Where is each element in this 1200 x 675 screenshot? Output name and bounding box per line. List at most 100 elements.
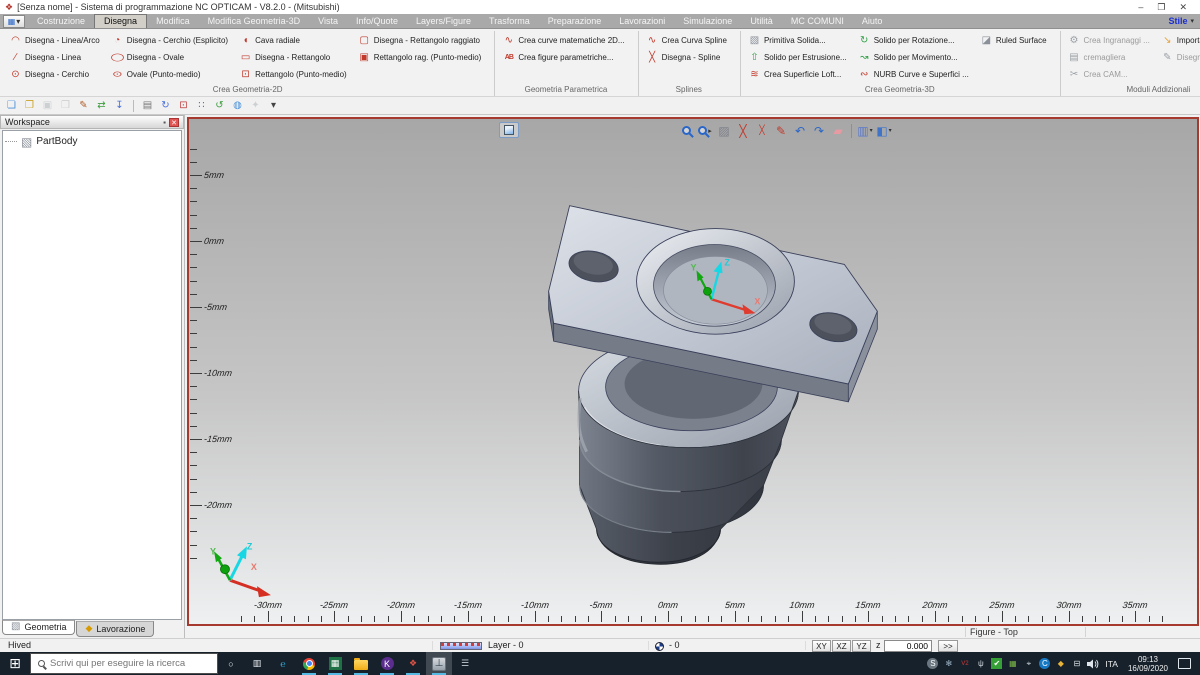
redraw-button[interactable]: ▨ bbox=[715, 122, 733, 139]
menu-info-quote[interactable]: Info/Quote bbox=[347, 14, 407, 28]
zoom-window-button[interactable]: ▸ bbox=[696, 122, 714, 139]
fit-view-button[interactable]: ╳ bbox=[734, 122, 752, 139]
layout-views-button[interactable]: ▥▾ bbox=[856, 122, 874, 139]
disegna-ovale-button[interactable]: ◯Disegna - Ovale bbox=[108, 49, 231, 65]
plane-xz-button[interactable]: XZ bbox=[832, 640, 851, 652]
menu-costruzione[interactable]: Costruzione bbox=[28, 14, 94, 28]
start-button[interactable]: ⊞ bbox=[0, 652, 30, 675]
workspace-close-button[interactable]: ✕ bbox=[169, 118, 179, 127]
disegna-cerchio-button[interactable]: ⊙Disegna - Cerchio bbox=[6, 66, 103, 82]
solido-per-estrusione-button[interactable]: ⇧Solido per Estrusione... bbox=[745, 49, 850, 65]
view-orientation-button[interactable]: ◧▾ bbox=[875, 122, 893, 139]
menu-modifica-geometria-3d[interactable]: Modifica Geometria-3D bbox=[199, 14, 310, 28]
taskbar-app-cad-tool[interactable]: ❖ bbox=[400, 652, 426, 675]
zoom-button[interactable] bbox=[677, 122, 695, 139]
cremagliera-button[interactable]: ▤cremagliera bbox=[1065, 49, 1153, 65]
disegna-linea-arco-button[interactable]: ◠Disegna - Linea/Arco bbox=[6, 32, 103, 48]
solido-per-rotazione-button[interactable]: ↻Solido per Rotazione... bbox=[855, 32, 972, 48]
crea-superficie-loft-button[interactable]: ≋Crea Superficie Loft... bbox=[745, 66, 850, 82]
measure-edit-button[interactable]: ✎ bbox=[772, 122, 790, 139]
language-indicator[interactable]: ITA bbox=[1101, 659, 1122, 669]
taskbar-app-calculator[interactable]: ▦ bbox=[322, 652, 348, 675]
menu-mc-comuni[interactable]: MC COMUNI bbox=[782, 14, 853, 28]
crea-cam-button[interactable]: ✂Crea CAM... bbox=[1065, 66, 1153, 82]
rotate-view-button[interactable]: ↻ bbox=[158, 99, 173, 113]
new-file-button[interactable]: ❏ bbox=[4, 99, 19, 113]
tray-remote-app-icon[interactable]: V2 bbox=[957, 656, 972, 671]
crea-ingranaggi-button[interactable]: ⚙Crea Ingranaggi ... bbox=[1065, 32, 1153, 48]
nurb-curve-superfici-button[interactable]: ∾NURB Curve e Superfici ... bbox=[855, 66, 972, 82]
save-file-button[interactable]: ▣ bbox=[40, 99, 55, 113]
tray-skype-icon[interactable]: S bbox=[925, 656, 940, 671]
crea-curve-matematiche-2d-button[interactable]: ∿Crea curve matematiche 2D... bbox=[499, 32, 627, 48]
import-file-button[interactable]: ↧ bbox=[112, 99, 127, 113]
layer-color-chip[interactable] bbox=[440, 642, 482, 650]
z-value-input[interactable] bbox=[884, 640, 932, 652]
pin-icon[interactable]: ▪ bbox=[163, 118, 166, 127]
redo-button[interactable]: ↷ bbox=[810, 122, 828, 139]
taskbar-app-cortana[interactable]: ○ bbox=[218, 652, 244, 675]
search-input[interactable] bbox=[50, 658, 210, 669]
disegna-rettangolo-raggiato-button[interactable]: ▢Disegna - Rettangolo raggiato bbox=[355, 32, 485, 48]
tab-geometria[interactable]: ▧ Geometria bbox=[2, 620, 75, 635]
drawing-canvas[interactable]: X Z Y X Z Y 5mm bbox=[187, 117, 1199, 626]
tray-volume-icon[interactable] bbox=[1085, 656, 1100, 671]
world-view-button[interactable]: ◍ bbox=[230, 99, 245, 113]
disegna-spline-button[interactable]: ╳Disegna - Spline bbox=[643, 49, 730, 65]
tray-sync-app-icon[interactable]: C bbox=[1037, 656, 1052, 671]
point-grid-button[interactable]: ∷ bbox=[194, 99, 209, 113]
plane-yz-button[interactable]: YZ bbox=[852, 640, 871, 652]
more-tools-button[interactable]: ▾ bbox=[266, 99, 281, 113]
importa-punti-button[interactable]: ↘Importa Punti... bbox=[1158, 32, 1200, 48]
rettangolo-punto-medio-button[interactable]: ⊡Rettangolo (Punto-medio) bbox=[236, 66, 350, 82]
swap-folder-button[interactable]: ⇄ bbox=[94, 99, 109, 113]
crop-region-button[interactable]: ⊡ bbox=[176, 99, 191, 113]
menu-trasforma[interactable]: Trasforma bbox=[480, 14, 539, 28]
menu-lavorazioni[interactable]: Lavorazioni bbox=[610, 14, 674, 28]
crea-curva-spline-button[interactable]: ∿Crea Curva Spline bbox=[643, 32, 730, 48]
disegna-rettangolo-button[interactable]: ▭Disegna - Rettangolo bbox=[236, 49, 350, 65]
refresh-button[interactable]: ↺ bbox=[212, 99, 227, 113]
taskbar-app-edge[interactable]: ℮ bbox=[270, 652, 296, 675]
menu-simulazione[interactable]: Simulazione bbox=[674, 14, 741, 28]
close-button[interactable]: ✕ bbox=[1179, 2, 1187, 13]
undo-button[interactable]: ↶ bbox=[791, 122, 809, 139]
cava-radiale-button[interactable]: ◖Cava radiale bbox=[236, 32, 350, 48]
menu-layers-figure[interactable]: Layers/Figure bbox=[407, 14, 480, 28]
tree-item-partbody[interactable]: ▧ PartBody bbox=[3, 131, 181, 147]
ruled-surface-button[interactable]: ◪Ruled Surface bbox=[977, 32, 1050, 48]
disegna-linea-button[interactable]: ∕Disegna - Linea bbox=[6, 49, 103, 65]
solido-per-movimento-button[interactable]: ↝Solido per Movimento... bbox=[855, 49, 972, 65]
taskbar-app-database-tool[interactable]: ☰ bbox=[452, 652, 478, 675]
tray-security-center-icon[interactable]: ◆ bbox=[1053, 656, 1068, 671]
taskbar-app-task-view[interactable]: ▥ bbox=[244, 652, 270, 675]
primitiva-solida-button[interactable]: ▧Primitiva Solida... bbox=[745, 32, 850, 48]
tab-lavorazione[interactable]: ◆ Lavorazione bbox=[76, 621, 154, 637]
crea-figure-parametriche-button[interactable]: ABCrea figure parametriche... bbox=[499, 49, 627, 65]
open-file-button[interactable]: ❐ bbox=[22, 99, 37, 113]
tray-pinwheel-app-icon[interactable]: ✻ bbox=[941, 656, 956, 671]
key-tool-button[interactable]: ✦ bbox=[248, 99, 263, 113]
taskbar-app-file-explorer[interactable] bbox=[348, 652, 374, 675]
taskbar-app-opticam[interactable]: ⊥ bbox=[426, 652, 452, 675]
ovale-punto-medio-button[interactable]: ⊙Ovale (Punto-medio) bbox=[108, 66, 231, 82]
menu-aiuto[interactable]: Aiuto bbox=[853, 14, 892, 28]
minimize-button[interactable]: – bbox=[1138, 2, 1143, 13]
disegno-elettrodi-button[interactable]: ✎Disegno Elettrodi... bbox=[1158, 49, 1200, 65]
clock[interactable]: 09:13 16/09/2020 bbox=[1123, 655, 1173, 673]
menu-preparazione[interactable]: Preparazione bbox=[539, 14, 611, 28]
taskbar-search[interactable] bbox=[30, 653, 218, 674]
window-menu-button[interactable]: ▦▾ bbox=[3, 15, 25, 28]
disegna-cerchio-esplicito-button[interactable]: ◔Disegna - Cerchio (Esplicito) bbox=[108, 32, 231, 48]
menu-modifica[interactable]: Modifica bbox=[147, 14, 199, 28]
maximize-button[interactable]: ❐ bbox=[1157, 2, 1165, 13]
notification-center-icon[interactable] bbox=[1178, 658, 1191, 669]
copy-button[interactable]: ❒ bbox=[58, 99, 73, 113]
tray-network-icon[interactable]: ⊟ bbox=[1069, 656, 1084, 671]
tray-green-app-icon[interactable]: ▦ bbox=[1005, 656, 1020, 671]
erase-button[interactable]: ▰ bbox=[829, 122, 847, 139]
fit-selection-button[interactable]: ╳ bbox=[753, 122, 771, 139]
rettangolo-rag-punto-medio-button[interactable]: ▣Rettangolo rag. (Punto-medio) bbox=[355, 49, 485, 65]
plane-xy-button[interactable]: XY bbox=[812, 640, 831, 652]
viewport-display-button[interactable] bbox=[499, 122, 519, 138]
